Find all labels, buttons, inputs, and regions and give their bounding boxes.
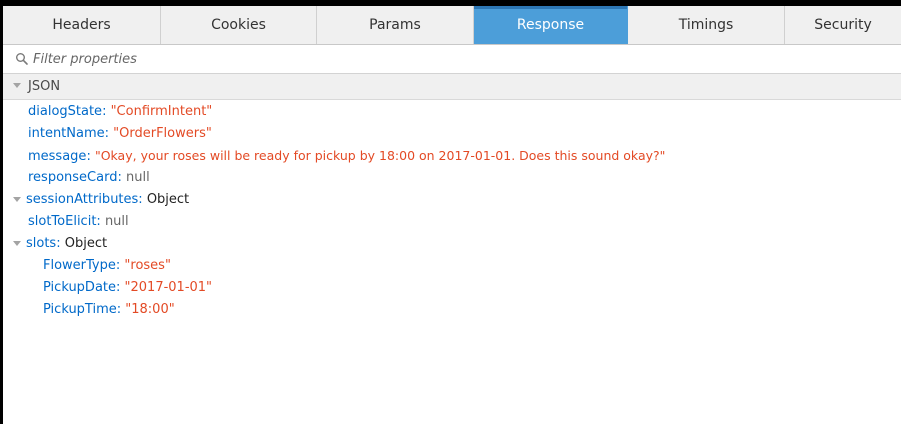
tab-cookies[interactable]: Cookies xyxy=(161,6,317,44)
tab-response[interactable]: Response xyxy=(474,6,628,44)
json-row-pickupdate[interactable]: PickupDate: "2017-01-01" xyxy=(43,278,212,298)
property-key: sessionAttributes xyxy=(26,192,139,207)
property-value: "OrderFlowers" xyxy=(113,126,212,141)
json-section-header[interactable]: JSON xyxy=(3,74,901,100)
property-key: PickupTime xyxy=(43,302,117,317)
json-row-responsecard[interactable]: responseCard: null xyxy=(28,168,150,188)
json-row-sessionattributes[interactable]: sessionAttributes: Object xyxy=(13,190,189,210)
property-key: FlowerType xyxy=(43,258,116,273)
tab-label: Timings xyxy=(678,17,734,33)
expand-triangle-icon[interactable] xyxy=(13,83,21,88)
json-row-dialogstate[interactable]: dialogState: "ConfirmIntent" xyxy=(28,102,212,122)
tab-label: Response xyxy=(516,17,585,33)
property-key: message xyxy=(28,149,87,164)
json-row-pickuptime[interactable]: PickupTime: "18:00" xyxy=(43,300,175,320)
json-row-intentname[interactable]: intentName: "OrderFlowers" xyxy=(28,124,212,144)
tab-bar: Headers Cookies Params Response Timings … xyxy=(3,6,901,45)
json-tree: dialogState: "ConfirmIntent" intentName:… xyxy=(3,100,901,424)
search-icon xyxy=(16,53,28,65)
json-section-label: JSON xyxy=(28,79,61,94)
filter-properties-input[interactable] xyxy=(33,48,633,70)
json-row-message[interactable]: message: "Okay, your roses will be ready… xyxy=(28,146,665,166)
response-panel: Headers Cookies Params Response Timings … xyxy=(3,6,901,424)
tab-security[interactable]: Security xyxy=(785,6,901,44)
tab-label: Security xyxy=(814,17,872,33)
tab-label: Cookies xyxy=(211,17,266,33)
property-key: dialogState xyxy=(28,104,103,119)
tab-label: Headers xyxy=(52,17,111,33)
filter-bar xyxy=(3,45,901,74)
tab-headers[interactable]: Headers xyxy=(3,6,161,44)
expand-triangle-icon[interactable] xyxy=(13,197,21,202)
property-value: "ConfirmIntent" xyxy=(110,104,213,119)
tab-params[interactable]: Params xyxy=(317,6,474,44)
property-value: Object xyxy=(64,236,108,251)
property-key: PickupDate xyxy=(43,280,117,295)
json-row-slottoelicit[interactable]: slotToElicit: null xyxy=(28,212,129,232)
expand-triangle-icon[interactable] xyxy=(13,241,21,246)
property-key: responseCard xyxy=(28,170,118,185)
json-row-slots[interactable]: slots: Object xyxy=(13,234,107,254)
property-value: null xyxy=(125,170,150,185)
property-value: "roses" xyxy=(124,258,171,273)
property-value: "Okay, your roses will be ready for pick… xyxy=(94,148,666,163)
property-value: "18:00" xyxy=(125,302,175,317)
property-key: intentName xyxy=(28,126,105,141)
property-value: null xyxy=(104,214,129,229)
property-key: slots xyxy=(26,236,57,251)
tab-label: Params xyxy=(369,17,421,33)
property-key: slotToElicit xyxy=(28,214,97,229)
tab-timings[interactable]: Timings xyxy=(628,6,785,44)
json-row-flowertype[interactable]: FlowerType: "roses" xyxy=(43,256,171,276)
property-value: "2017-01-01" xyxy=(124,280,213,295)
property-value: Object xyxy=(146,192,190,207)
